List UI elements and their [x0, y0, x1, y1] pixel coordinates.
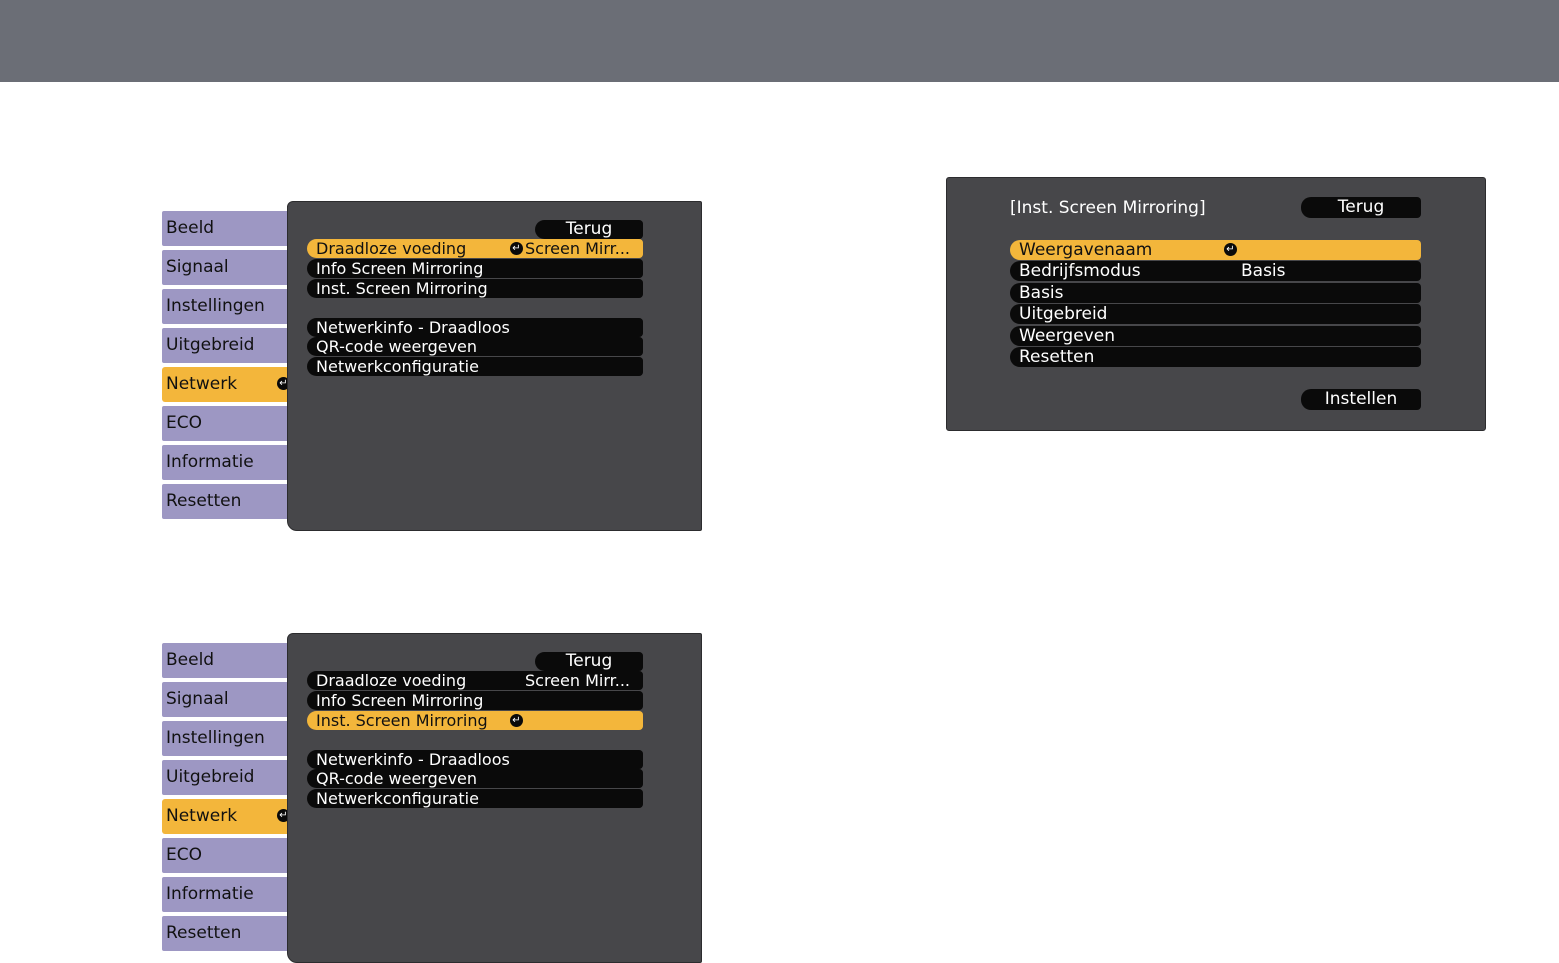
menu-item-netwerkinfo-draadloos[interactable]: Netwerkinfo - Draadloos [307, 318, 643, 337]
menu-panel: Terug Draadloze voeding Screen Mirr... I… [287, 633, 702, 963]
tab-uitgebreid[interactable]: Uitgebreid [162, 328, 287, 363]
menu-item-qr-code-weergeven[interactable]: QR-code weergeven [307, 769, 643, 788]
menu-item-netwerkconfiguratie[interactable]: Netwerkconfiguratie [307, 357, 643, 376]
item-label: Weergeven [1019, 326, 1115, 346]
menu-item-draadloze-voeding[interactable]: Draadloze voeding ↵ Screen Mirr... [307, 239, 643, 258]
item-value: Screen Mirr... [525, 239, 631, 258]
item-label: Draadloze voeding [316, 239, 467, 258]
tab-label: Resetten [166, 923, 242, 943]
item-label: Netwerkconfiguratie [316, 357, 479, 376]
item-label: Inst. Screen Mirroring [316, 279, 488, 298]
tab-label: Signaal [166, 257, 229, 277]
tab-label: Signaal [166, 689, 229, 709]
menu-item-qr-code-weergeven[interactable]: QR-code weergeven [307, 337, 643, 356]
tab-eco[interactable]: ECO [162, 838, 287, 873]
item-label: Resetten [1019, 347, 1095, 367]
tab-informatie[interactable]: Informatie [162, 877, 287, 912]
tab-label: Informatie [166, 452, 254, 472]
enter-icon: ↵ [510, 242, 523, 255]
back-button[interactable]: Terug [1301, 197, 1421, 218]
item-label: Weergavenaam [1019, 240, 1153, 260]
tab-eco[interactable]: ECO [162, 406, 287, 441]
back-button[interactable]: Terug [535, 220, 643, 239]
tab-beeld[interactable]: Beeld [162, 643, 287, 678]
tab-label: ECO [166, 413, 202, 433]
item-label: Netwerkinfo - Draadloos [316, 318, 510, 337]
tab-label: Netwerk [166, 806, 238, 826]
tab-label: ECO [166, 845, 202, 865]
dialog-item-basis[interactable]: Basis [1010, 283, 1421, 303]
tab-netwerk[interactable]: Netwerk ↵ [162, 799, 296, 834]
item-label: Draadloze voeding [316, 671, 467, 690]
tab-label: Informatie [166, 884, 254, 904]
tab-informatie[interactable]: Informatie [162, 445, 287, 480]
item-label: Bedrijfsmodus [1019, 261, 1141, 281]
item-value: Screen Mirr... [525, 671, 631, 690]
tab-label: Resetten [166, 491, 242, 511]
tab-label: Instellingen [166, 296, 265, 316]
item-label: Uitgebreid [1019, 304, 1108, 324]
tab-label: Beeld [166, 650, 215, 670]
item-label: Netwerkconfiguratie [316, 789, 479, 808]
enter-icon: ↵ [510, 714, 523, 727]
tab-beeld[interactable]: Beeld [162, 211, 287, 246]
tab-label: Beeld [166, 218, 215, 238]
dialog-item-bedrijfsmodus[interactable]: Bedrijfsmodus Basis [1010, 261, 1421, 281]
back-button[interactable]: Terug [535, 652, 643, 671]
tab-instellingen[interactable]: Instellingen [162, 289, 287, 324]
menu-item-info-screen-mirroring[interactable]: Info Screen Mirroring [307, 691, 643, 710]
dialog-title: [Inst. Screen Mirroring] [1010, 198, 1206, 218]
item-label: Basis [1019, 283, 1064, 303]
item-label: Info Screen Mirroring [316, 259, 484, 278]
dialog-item-uitgebreid[interactable]: Uitgebreid [1010, 304, 1421, 324]
tab-netwerk[interactable]: Netwerk ↵ [162, 367, 296, 402]
tab-uitgebreid[interactable]: Uitgebreid [162, 760, 287, 795]
tab-signaal[interactable]: Signaal [162, 682, 287, 717]
tab-resetten[interactable]: Resetten [162, 916, 287, 951]
menu-item-inst-screen-mirroring[interactable]: Inst. Screen Mirroring ↵ [307, 711, 643, 730]
menu-item-draadloze-voeding[interactable]: Draadloze voeding Screen Mirr... [307, 671, 643, 690]
dialog-item-weergeven[interactable]: Weergeven [1010, 326, 1421, 346]
item-label: Netwerkinfo - Draadloos [316, 750, 510, 769]
inst-screen-mirroring-dialog: [Inst. Screen Mirroring] Terug Weergaven… [946, 177, 1486, 431]
tab-label: Uitgebreid [166, 767, 255, 787]
projector-menu-1: Beeld Signaal Instellingen Uitgebreid Ne… [162, 201, 702, 531]
menu-item-info-screen-mirroring[interactable]: Info Screen Mirroring [307, 259, 643, 278]
tab-instellingen[interactable]: Instellingen [162, 721, 287, 756]
item-label: QR-code weergeven [316, 337, 478, 356]
menu-item-netwerkinfo-draadloos[interactable]: Netwerkinfo - Draadloos [307, 750, 643, 769]
item-label: Inst. Screen Mirroring [316, 711, 488, 730]
projector-menu-2: Beeld Signaal Instellingen Uitgebreid Ne… [162, 633, 702, 963]
item-label: QR-code weergeven [316, 769, 478, 788]
menu-item-netwerkconfiguratie[interactable]: Netwerkconfiguratie [307, 789, 643, 808]
tab-label: Uitgebreid [166, 335, 255, 355]
item-label: Info Screen Mirroring [316, 691, 484, 710]
enter-icon: ↵ [1224, 243, 1237, 256]
set-button[interactable]: Instellen [1301, 389, 1421, 410]
header-bar [0, 0, 1559, 82]
tab-label: Netwerk [166, 374, 238, 394]
menu-item-inst-screen-mirroring[interactable]: Inst. Screen Mirroring [307, 279, 643, 298]
tab-resetten[interactable]: Resetten [162, 484, 287, 519]
tab-signaal[interactable]: Signaal [162, 250, 287, 285]
dialog-item-weergavenaam[interactable]: Weergavenaam ↵ [1010, 240, 1421, 260]
tab-label: Instellingen [166, 728, 265, 748]
dialog-item-resetten[interactable]: Resetten [1010, 347, 1421, 367]
menu-panel: Terug Draadloze voeding ↵ Screen Mirr...… [287, 201, 702, 531]
item-value: Basis [1241, 261, 1286, 281]
